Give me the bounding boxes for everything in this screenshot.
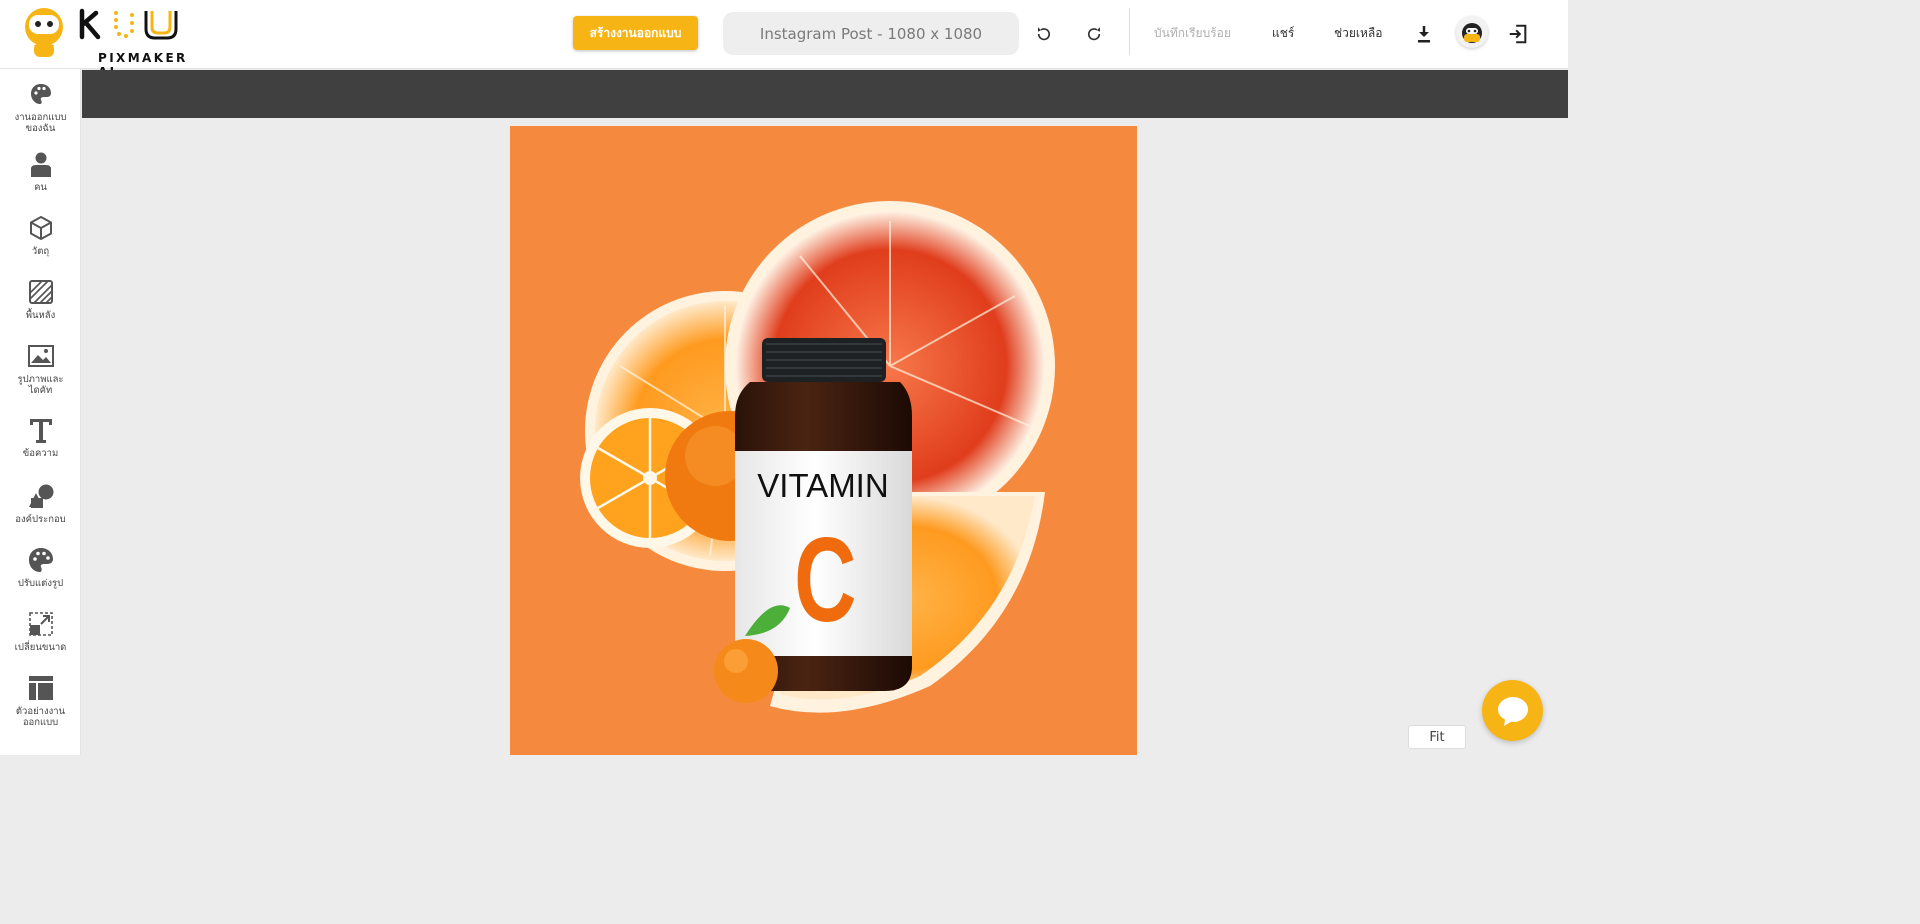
sidebar-item-label: รูปภาพและ ไดคัท	[17, 374, 64, 396]
sidebar-item-label: งานออกแบบ ของฉัน	[14, 112, 67, 134]
vitamin-label: VITAMIN	[757, 467, 888, 504]
sidebar-item-resize[interactable]: เปลี่ยนขนาด	[0, 609, 81, 653]
toolbar-divider	[1129, 8, 1130, 55]
fit-button[interactable]: Fit	[1408, 725, 1466, 749]
sidebar-item-objects[interactable]: วัตถุ	[0, 213, 81, 257]
chat-icon[interactable]	[1482, 680, 1543, 741]
vitamin-c-artwork[interactable]: VITAMIN C	[510, 126, 1137, 755]
text-icon	[26, 415, 56, 445]
sidebar-item-label: ข้อความ	[22, 448, 59, 459]
sidebar-item-images[interactable]: รูปภาพและ ไดคัท	[0, 341, 81, 396]
background-icon	[26, 277, 56, 307]
sidebar-item-label: ปรับแต่งรูป	[17, 578, 64, 589]
download-icon[interactable]	[1411, 21, 1437, 47]
sidebar-item-adjust[interactable]: ปรับแต่งรูป	[0, 545, 81, 589]
exit-icon[interactable]	[1505, 21, 1531, 47]
pixmaker-logo[interactable]: PIXMAKER AI	[20, 5, 190, 79]
help-button[interactable]: ช่วยเหลือ	[1334, 24, 1383, 43]
template-icon	[26, 673, 56, 703]
save-status: บันทึกเรียบร้อย	[1154, 26, 1231, 40]
sidebar-item-text[interactable]: ข้อความ	[0, 415, 81, 459]
sidebar-item-background[interactable]: พื้นหลัง	[0, 277, 81, 321]
sidebar-item-label: คน	[34, 182, 47, 193]
vitamin-letter: C	[794, 513, 856, 647]
undo-icon[interactable]	[1031, 21, 1057, 47]
create-design-button[interactable]: สร้างงานออกแบบ	[573, 16, 698, 50]
image-icon	[26, 341, 56, 371]
context-toolbar	[82, 70, 1568, 118]
sidebar-item-label: พื้นหลัง	[25, 310, 56, 321]
tool-sidebar: งานออกแบบ ของฉัน คน วัตถุ พื้นหลัง รูปภา…	[0, 69, 81, 755]
sidebar-item-elements[interactable]: องค์ประกอบ	[0, 481, 81, 525]
redo-icon[interactable]	[1081, 21, 1107, 47]
person-icon	[26, 149, 56, 179]
adjust-icon	[26, 545, 56, 575]
shapes-icon	[26, 481, 56, 511]
sidebar-item-label: องค์ประกอบ	[15, 514, 66, 525]
sidebar-item-label: วัตถุ	[31, 246, 50, 257]
cube-icon	[26, 213, 56, 243]
sidebar-item-label: ตัวอย่างงาน ออกแบบ	[15, 706, 66, 728]
canvas-size-field[interactable]: Instagram Post - 1080 x 1080	[723, 12, 1019, 55]
avatar[interactable]	[1456, 16, 1488, 48]
sidebar-item-label: เปลี่ยนขนาด	[14, 642, 67, 653]
sidebar-item-people[interactable]: คน	[0, 149, 81, 193]
sidebar-item-templates[interactable]: ตัวอย่างงาน ออกแบบ	[0, 673, 81, 728]
share-button[interactable]: แชร์	[1272, 24, 1294, 43]
sidebar-item-my-designs[interactable]: งานออกแบบ ของฉัน	[0, 79, 81, 134]
top-bar: PIXMAKER AI สร้างงานออกแบบ Instagram Pos…	[0, 0, 1568, 79]
design-canvas[interactable]: VITAMIN C	[510, 126, 1137, 755]
palette-icon	[26, 79, 56, 109]
resize-icon	[26, 609, 56, 639]
